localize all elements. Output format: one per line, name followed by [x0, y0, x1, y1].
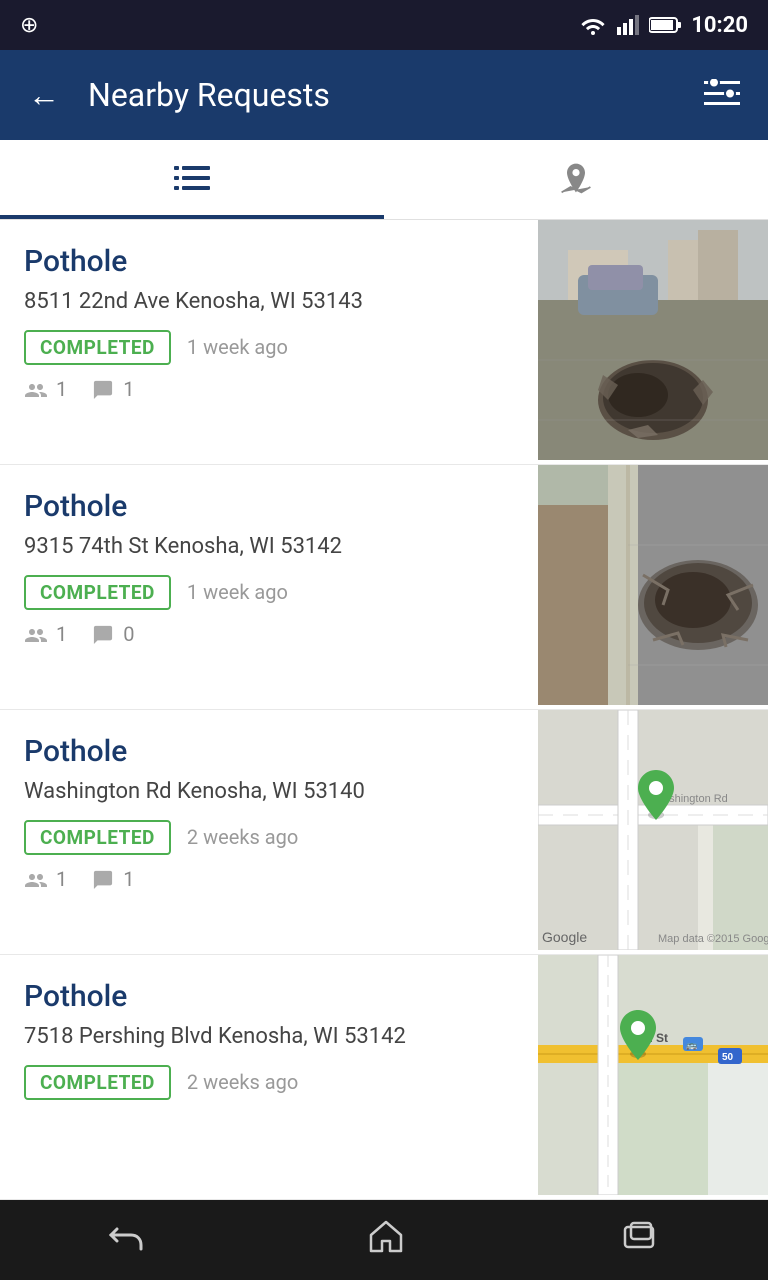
item-title: Pothole	[24, 244, 518, 279]
time-ago: 2 weeks ago	[187, 825, 298, 849]
item-meta: 1 1	[24, 867, 518, 891]
supporters-icon	[24, 624, 48, 644]
list-item[interactable]: Pothole 9315 74th St Kenosha, WI 53142 C…	[0, 465, 768, 710]
comments-icon	[91, 624, 115, 644]
item-image	[538, 220, 768, 464]
recent-nav-button[interactable]	[593, 1211, 689, 1269]
item-status-row: COMPLETED 1 week ago	[24, 330, 518, 365]
supporters-number: 1	[56, 867, 67, 891]
svg-text:Map data ©2015 Google: Map data ©2015 Google	[658, 933, 768, 945]
battery-icon	[649, 16, 681, 34]
list-item[interactable]: Pothole 8511 22nd Ave Kenosha, WI 53143 …	[0, 220, 768, 465]
item-address: 9315 74th St Kenosha, WI 53142	[24, 532, 518, 563]
status-time: 10:20	[691, 13, 748, 38]
comments-count: 1	[91, 377, 134, 401]
tab-map[interactable]	[384, 140, 768, 219]
item-title: Pothole	[24, 734, 518, 769]
item-status-row: COMPLETED 1 week ago	[24, 575, 518, 610]
location-indicator: ⊕	[20, 13, 38, 38]
back-nav-button[interactable]	[79, 1211, 179, 1269]
item-meta: 1 0	[24, 622, 518, 646]
item-status-row: COMPLETED 2 weeks ago	[24, 1065, 518, 1100]
time-ago: 2 weeks ago	[187, 1070, 298, 1094]
supporters-icon	[24, 379, 48, 399]
navigation-bar	[0, 1200, 768, 1280]
comments-count: 1	[91, 867, 134, 891]
time-ago: 1 week ago	[187, 580, 288, 604]
wifi-icon	[579, 15, 607, 35]
list-item[interactable]: Pothole 7518 Pershing Blvd Kenosha, WI 5…	[0, 955, 768, 1200]
item-address: 7518 Pershing Blvd Kenosha, WI 53142	[24, 1022, 518, 1053]
status-badge: COMPLETED	[24, 1065, 171, 1100]
status-bar: ⊕ 10:20	[0, 0, 768, 50]
item-address: 8511 22nd Ave Kenosha, WI 53143	[24, 287, 518, 318]
item-title: Pothole	[24, 489, 518, 524]
comments-number: 1	[123, 867, 134, 891]
status-badge: COMPLETED	[24, 820, 171, 855]
item-content: Pothole 9315 74th St Kenosha, WI 53142 C…	[0, 465, 538, 709]
tab-list[interactable]	[0, 140, 384, 219]
item-content: Pothole 8511 22nd Ave Kenosha, WI 53143 …	[0, 220, 538, 464]
comments-icon	[91, 869, 115, 889]
comments-number: 1	[123, 377, 134, 401]
signal-icon	[617, 15, 639, 35]
supporters-count: 1	[24, 377, 67, 401]
view-toggle	[0, 140, 768, 220]
map-thumbnail: Washington Rd Google Map data ©2015 Goog…	[538, 710, 768, 954]
comments-icon	[91, 379, 115, 399]
back-button[interactable]: ←	[20, 68, 68, 122]
list-item[interactable]: Pothole Washington Rd Kenosha, WI 53140 …	[0, 710, 768, 955]
supporters-number: 1	[56, 622, 67, 646]
comments-number: 0	[123, 622, 134, 646]
svg-text:50: 50	[722, 1052, 734, 1063]
supporters-number: 1	[56, 377, 67, 401]
app-header: ← Nearby Requests	[0, 50, 768, 140]
item-content: Pothole Washington Rd Kenosha, WI 53140 …	[0, 710, 538, 954]
status-badge: COMPLETED	[24, 575, 171, 610]
system-icons: 10:20	[579, 13, 748, 38]
comments-count: 0	[91, 622, 134, 646]
item-status-row: COMPLETED 2 weeks ago	[24, 820, 518, 855]
item-image: 🚌 75th St 50	[538, 955, 768, 1199]
map-thumbnail: 🚌 75th St 50	[538, 955, 768, 1199]
supporters-count: 1	[24, 867, 67, 891]
filter-button[interactable]	[696, 71, 748, 119]
requests-list: Pothole 8511 22nd Ave Kenosha, WI 53143 …	[0, 220, 768, 1200]
page-title: Nearby Requests	[88, 76, 696, 114]
supporters-icon	[24, 869, 48, 889]
item-meta: 1 1	[24, 377, 518, 401]
item-title: Pothole	[24, 979, 518, 1014]
svg-text:Google: Google	[542, 929, 587, 945]
item-image: Washington Rd Google Map data ©2015 Goog…	[538, 710, 768, 954]
supporters-count: 1	[24, 622, 67, 646]
home-nav-button[interactable]	[338, 1209, 434, 1271]
item-address: Washington Rd Kenosha, WI 53140	[24, 777, 518, 808]
time-ago: 1 week ago	[187, 335, 288, 359]
svg-text:🚌: 🚌	[686, 1040, 697, 1050]
item-content: Pothole 7518 Pershing Blvd Kenosha, WI 5…	[0, 955, 538, 1199]
item-image	[538, 465, 768, 709]
status-badge: COMPLETED	[24, 330, 171, 365]
